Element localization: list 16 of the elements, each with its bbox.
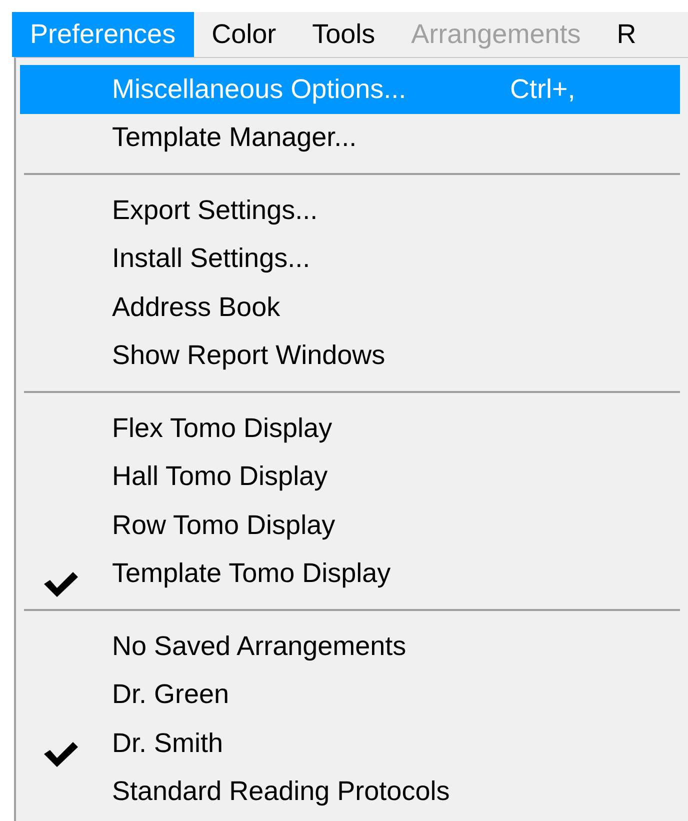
menu-bar-item[interactable]: Tools <box>294 12 394 57</box>
menu-bar-item[interactable]: R <box>598 12 654 57</box>
menu-item[interactable]: Show Report Windows <box>20 332 680 380</box>
menu-item[interactable]: Standard Reading Protocols <box>20 768 680 816</box>
menu-item[interactable]: Flex Tomo Display <box>20 404 680 452</box>
menu-item[interactable]: Dr. Green <box>20 670 680 719</box>
menu-item[interactable]: Address Book <box>20 283 680 332</box>
menu-item[interactable]: Install Settings... <box>20 234 680 283</box>
menu-item[interactable]: Row Tomo Display <box>20 501 680 550</box>
menu-bar-item[interactable]: Color <box>194 12 294 57</box>
menu-item[interactable]: Template Manager... <box>20 114 680 162</box>
menu-item[interactable]: Export Settings... <box>20 186 680 234</box>
menu-item[interactable]: Template Tomo Display <box>20 550 680 598</box>
menu-item[interactable]: Hall Tomo Display <box>20 452 680 501</box>
menu-item[interactable]: No Saved Arrangements <box>20 622 680 670</box>
menu-item[interactable]: Dr. Smith <box>20 719 680 768</box>
